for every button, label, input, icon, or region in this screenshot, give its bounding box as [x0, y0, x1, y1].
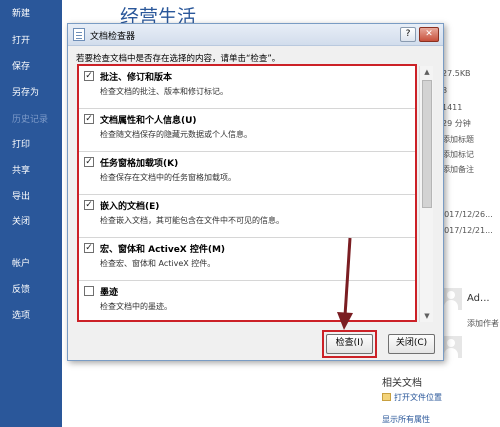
arrow-shaft	[343, 237, 352, 317]
annotation-arrow	[337, 237, 353, 330]
arrow-head	[337, 312, 353, 330]
